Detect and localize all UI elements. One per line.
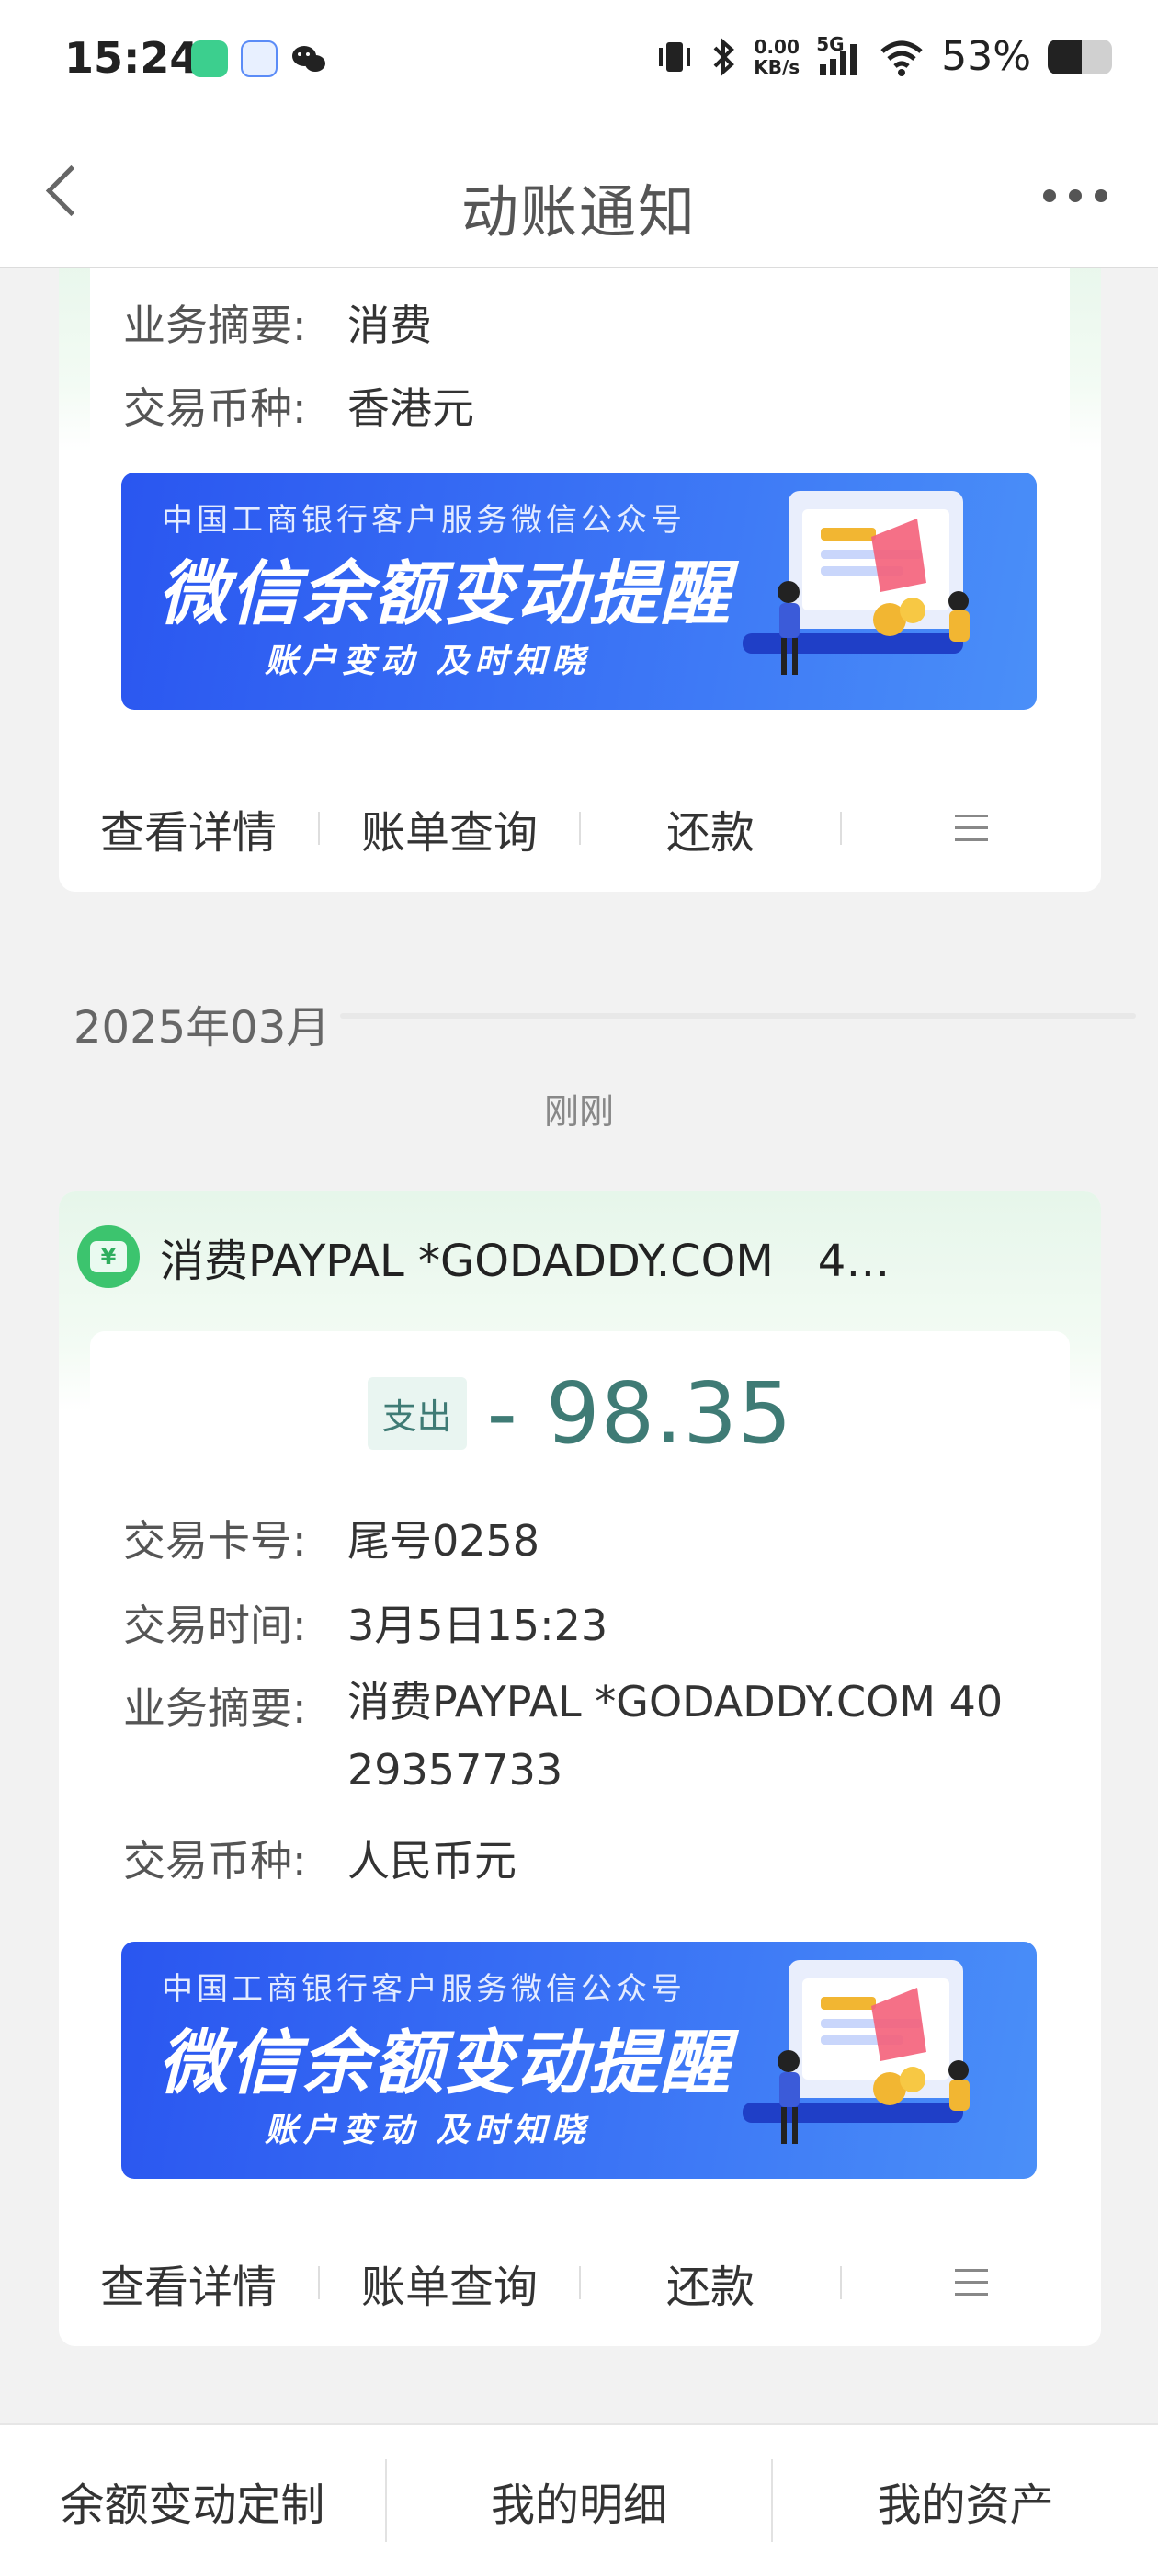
- banner-title: 微信余额变动提醒: [158, 2022, 732, 2103]
- shield-app-icon: [191, 40, 228, 77]
- balance-change-custom-tab[interactable]: 余额变动定制: [0, 2468, 385, 2533]
- network-speed-value: 0.00: [754, 35, 800, 58]
- bill-query-button[interactable]: 账单查询: [320, 2251, 579, 2315]
- nav-bar: 动账通知: [0, 129, 1158, 268]
- info-label: 交易币种:: [123, 1836, 307, 1886]
- vibrate-icon: [659, 41, 691, 72]
- card-body: 支出 - 98.35 交易卡号: 尾号0258 交易时间: 3月5日15:23 …: [90, 1331, 1070, 2179]
- battery-percent: 53%: [941, 33, 1031, 80]
- banner-tagline: 账户变动 及时知晓: [265, 2112, 591, 2149]
- battery-icon: [1048, 39, 1112, 74]
- info-value: 3月5日15:23: [347, 1601, 608, 1650]
- card-title: 消费PAYPAL *GODADDY.COM 4…: [160, 1236, 891, 1287]
- card-title-row: ¥ 消费PAYPAL *GODADDY.COM 4…: [77, 1225, 890, 1289]
- yuan-icon: ¥: [77, 1225, 140, 1288]
- notification-card: ¥ 消费PAYPAL *GODADDY.COM 4… 支出 - 98.35 交易…: [59, 1191, 1101, 2346]
- month-divider: [340, 1013, 1136, 1019]
- signal-icon: 5G: [816, 33, 862, 77]
- wifi-icon: [880, 40, 923, 76]
- banner-title: 微信余额变动提醒: [158, 553, 732, 634]
- amount-row: 支出 - 98.35: [90, 1364, 1070, 1463]
- info-value: 香港元: [347, 383, 474, 433]
- view-details-button[interactable]: 查看详情: [59, 2251, 318, 2315]
- banner-illustration: [743, 491, 970, 675]
- banner-tagline: 账户变动 及时知晓: [265, 643, 591, 680]
- info-row: 业务摘要: 消费: [123, 292, 432, 353]
- info-value: 消费PAYPAL *GODADDY.COM 4029357733: [347, 1677, 1004, 1795]
- more-options-icon[interactable]: [1043, 189, 1107, 202]
- action-bar: 查看详情 账单查询 还款: [59, 2219, 1101, 2346]
- expense-tag: 支出: [367, 1377, 467, 1450]
- info-label: 交易时间:: [123, 1601, 307, 1650]
- info-label: 业务摘要:: [123, 301, 307, 350]
- info-label: 业务摘要:: [123, 1683, 307, 1733]
- repay-button[interactable]: 还款: [581, 2251, 840, 2315]
- info-row: 交易币种: 香港元: [123, 375, 474, 436]
- info-label: 交易卡号:: [123, 1516, 307, 1566]
- banner-illustration: [743, 1960, 970, 2144]
- repay-button[interactable]: 还款: [581, 796, 840, 861]
- menu-button[interactable]: [842, 2269, 1101, 2297]
- bluetooth-icon: [713, 38, 735, 75]
- notification-card: 业务摘要: 消费 交易币种: 香港元 中国工商银行客户服务微信公众号 微信余额变…: [59, 268, 1101, 892]
- action-bar: 查看详情 账单查询 还款: [59, 765, 1101, 892]
- bottom-menu-bar: 余额变动定制 我的明细 我的资产: [0, 2423, 1158, 2576]
- view-details-button[interactable]: 查看详情: [59, 796, 318, 861]
- wechat-icon: [290, 40, 327, 77]
- message-timestamp: 刚刚: [543, 1091, 614, 1132]
- my-details-tab[interactable]: 我的明细: [387, 2468, 772, 2533]
- wechat-reminder-banner[interactable]: 中国工商银行客户服务微信公众号 微信余额变动提醒 账户变动 及时知晓: [121, 1942, 1037, 2179]
- status-time: 15:24: [64, 33, 199, 83]
- menu-icon: [955, 815, 988, 842]
- message-list[interactable]: 业务摘要: 消费 交易币种: 香港元 中国工商银行客户服务微信公众号 微信余额变…: [0, 268, 1158, 2420]
- battery-fill: [1048, 39, 1083, 74]
- info-value: 消费: [347, 301, 432, 350]
- banner-subtitle: 中国工商银行客户服务微信公众号: [162, 502, 686, 539]
- yuan-icon-glyph: ¥: [90, 1241, 127, 1272]
- info-value: 人民币元: [347, 1836, 517, 1886]
- banner-subtitle: 中国工商银行客户服务微信公众号: [162, 1971, 686, 2008]
- status-bar: 15:24 0.00 KB/s 5G 53%: [0, 0, 1158, 129]
- page-title: 动账通知: [460, 178, 697, 245]
- menu-icon: [955, 2269, 988, 2297]
- info-row: 交易时间: 3月5日15:23: [123, 1592, 607, 1653]
- bill-query-button[interactable]: 账单查询: [320, 796, 579, 861]
- info-row: 交易卡号: 尾号0258: [123, 1508, 539, 1568]
- info-row: 交易币种: 人民币元: [123, 1828, 517, 1888]
- menu-button[interactable]: [842, 815, 1101, 842]
- info-row: 业务摘要: 消费PAYPAL *GODADDY.COM 4029357733: [123, 1668, 1005, 1804]
- network-speed: 0.00 KB/s: [754, 37, 800, 77]
- transaction-amount: - 98.35: [486, 1364, 793, 1463]
- wechat-reminder-banner[interactable]: 中国工商银行客户服务微信公众号 微信余额变动提醒 账户变动 及时知晓: [121, 473, 1037, 710]
- info-label: 交易币种:: [123, 383, 307, 433]
- status-right: 0.00 KB/s 5G 53%: [656, 33, 1112, 80]
- month-header: 2025年03月: [74, 1002, 331, 1054]
- info-value: 尾号0258: [347, 1516, 540, 1566]
- app-icon: [241, 40, 278, 77]
- my-assets-tab[interactable]: 我的资产: [773, 2468, 1158, 2533]
- network-speed-unit: KB/s: [754, 55, 800, 78]
- card-body: 业务摘要: 消费 交易币种: 香港元 中国工商银行客户服务微信公众号 微信余额变…: [90, 268, 1070, 717]
